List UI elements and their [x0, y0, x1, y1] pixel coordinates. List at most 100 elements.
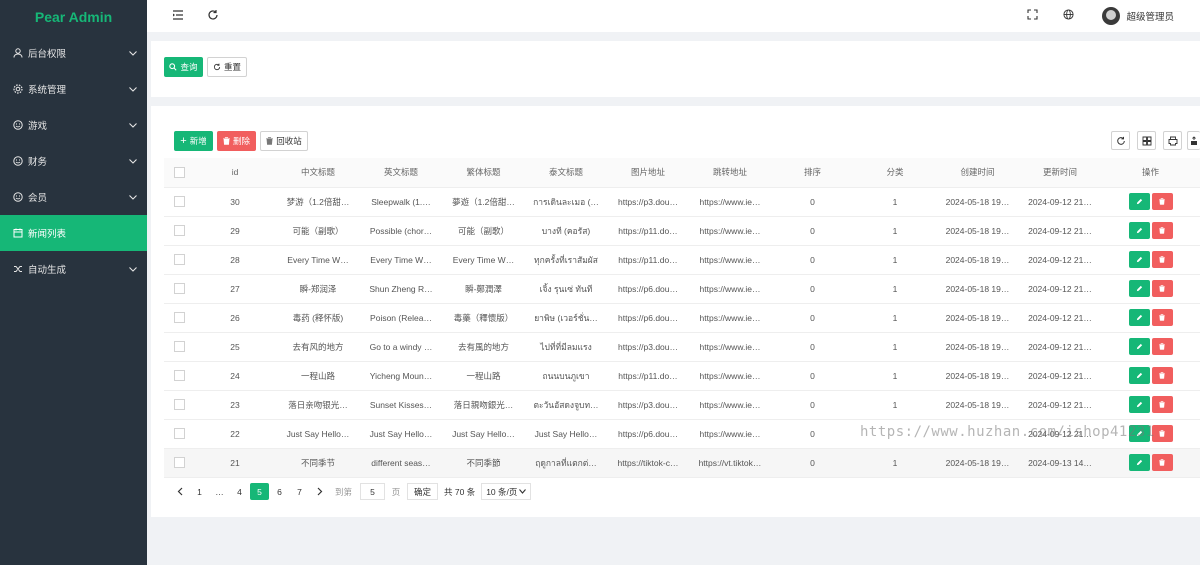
- column-header[interactable]: 图片地址: [607, 158, 689, 188]
- row-select-cell: [164, 187, 194, 217]
- table-row[interactable]: 21 不同季节 different seas… 不同季節 ฤดูกาลที่แตกต่……: [164, 448, 1200, 478]
- page-number-button[interactable]: 4: [230, 483, 249, 500]
- row-delete-button[interactable]: [1151, 251, 1173, 268]
- row-checkbox[interactable]: [173, 428, 185, 440]
- row-delete-button[interactable]: [1151, 338, 1173, 355]
- reset-button[interactable]: 重置: [207, 57, 247, 77]
- table-cell: 0: [771, 332, 854, 362]
- table-row[interactable]: 29 可能（副歌） Possible (chor… 可能（副歌） บางที (คอรั…: [164, 216, 1200, 246]
- edit-button[interactable]: [1128, 309, 1150, 326]
- column-header[interactable]: 泰文标题: [525, 158, 607, 188]
- row-delete-button[interactable]: [1151, 396, 1173, 413]
- edit-button[interactable]: [1128, 222, 1150, 239]
- column-header[interactable]: 繁体标题: [442, 158, 525, 188]
- table-refresh-button[interactable]: [1111, 131, 1130, 150]
- edit-button[interactable]: [1128, 396, 1150, 413]
- row-checkbox[interactable]: [173, 457, 185, 469]
- row-checkbox[interactable]: [173, 283, 185, 295]
- row-delete-button[interactable]: [1151, 367, 1173, 384]
- page-number-button[interactable]: 1: [190, 483, 209, 500]
- table-row[interactable]: 23 落日亲吻银光… Sunset Kisses… 落日親吻銀光… ตะวันอัสดง…: [164, 390, 1200, 420]
- row-checkbox[interactable]: [173, 225, 185, 237]
- trash-icon: [1159, 285, 1165, 292]
- recycle-bin-button[interactable]: 回收站: [260, 131, 308, 151]
- edit-button[interactable]: [1128, 251, 1150, 268]
- globe-icon[interactable]: [1063, 9, 1074, 20]
- column-header[interactable]: 分类: [854, 158, 936, 188]
- page-number-button[interactable]: 5: [250, 483, 269, 500]
- sidebar-item[interactable]: 后台权限: [0, 35, 147, 71]
- sidebar-item[interactable]: 会员: [0, 179, 147, 215]
- row-checkbox[interactable]: [173, 196, 185, 208]
- column-header[interactable]: 中文标题: [276, 158, 360, 188]
- query-button[interactable]: 查询: [164, 57, 203, 77]
- table-row[interactable]: 25 去有风的地方 Go to a windy … 去有風的地方 ไปที่ที่มีล…: [164, 332, 1200, 362]
- edit-button[interactable]: [1128, 367, 1150, 384]
- row-delete-button[interactable]: [1151, 309, 1173, 326]
- actions-cell: [1101, 303, 1200, 333]
- column-header[interactable]: 排序: [771, 158, 854, 188]
- table-cell: 瞬-郑润泽: [276, 274, 360, 304]
- edit-button[interactable]: [1128, 338, 1150, 355]
- table-cell: 2024-09-12 21…: [1019, 274, 1101, 304]
- column-header[interactable]: 创建时间: [936, 158, 1019, 188]
- table-row[interactable]: 26 毒药 (释怀版) Poison (Relea… 毒藥（釋懷版） ยาพิษ (เว…: [164, 303, 1200, 333]
- pencil-icon: [1136, 285, 1143, 292]
- edit-button[interactable]: [1128, 280, 1150, 297]
- delete-button[interactable]: 删除: [217, 131, 256, 151]
- column-header[interactable]: id: [194, 158, 276, 188]
- row-delete-button[interactable]: [1151, 454, 1173, 471]
- table-cell: https://www.ie…: [689, 245, 771, 275]
- row-checkbox[interactable]: [173, 399, 185, 411]
- prev-page-button[interactable]: [170, 483, 189, 500]
- row-delete-button[interactable]: [1151, 193, 1173, 210]
- column-header[interactable]: 更新时间: [1019, 158, 1101, 188]
- goto-prefix: 到第: [334, 486, 352, 497]
- table-row[interactable]: 28 Every Time W… Every Time W… Every Time W…: [164, 245, 1200, 275]
- edit-button[interactable]: [1128, 454, 1150, 471]
- sidebar-item[interactable]: 系统管理: [0, 71, 147, 107]
- table-cell: Yicheng Moun…: [360, 361, 442, 391]
- goto-page-input[interactable]: 5: [360, 483, 385, 500]
- table-row[interactable]: 30 梦游（1.2倍甜… Sleepwalk (1.… 夢遊（1.2倍甜… การเดิ…: [164, 187, 1200, 217]
- app-logo[interactable]: Pear Admin: [0, 0, 147, 35]
- sidebar-item[interactable]: 自动生成: [0, 251, 147, 287]
- page-size-select[interactable]: 10 条/页: [481, 483, 532, 500]
- select-all-checkbox[interactable]: [173, 166, 185, 178]
- column-header[interactable]: 英文标题: [360, 158, 442, 188]
- user-menu[interactable]: 超级管理员: [1102, 7, 1174, 25]
- column-filter-button[interactable]: [1137, 131, 1156, 150]
- row-checkbox[interactable]: [173, 370, 185, 382]
- row-checkbox[interactable]: [173, 254, 185, 266]
- next-page-button[interactable]: [310, 483, 329, 500]
- table-cell: 2024-05-18 19…: [936, 448, 1019, 478]
- sidebar-item[interactable]: 财务: [0, 143, 147, 179]
- row-select-cell: [164, 303, 194, 333]
- add-button[interactable]: + 新增: [174, 131, 213, 151]
- column-header[interactable]: 跳转地址: [689, 158, 771, 188]
- pencil-icon: [1136, 372, 1143, 379]
- fullscreen-icon[interactable]: [1027, 9, 1038, 20]
- page-number-button[interactable]: 7: [290, 483, 309, 500]
- row-delete-button[interactable]: [1151, 280, 1173, 297]
- table-row[interactable]: 24 一程山路 Yicheng Moun… 一程山路 ถนนบนภูเขา https:/…: [164, 361, 1200, 391]
- edit-button[interactable]: [1128, 193, 1150, 210]
- trash-icon: [1159, 459, 1165, 466]
- row-checkbox[interactable]: [173, 312, 185, 324]
- goto-confirm-button[interactable]: 确定: [407, 483, 439, 500]
- print-button[interactable]: [1163, 131, 1182, 150]
- row-checkbox[interactable]: [173, 341, 185, 353]
- sidebar-item[interactable]: 游戏: [0, 107, 147, 143]
- sidebar-item[interactable]: 新闻列表: [0, 215, 147, 251]
- export-button[interactable]: [1187, 131, 1200, 150]
- menu-toggle-icon[interactable]: [172, 9, 184, 21]
- gear-icon: [12, 83, 24, 95]
- table-cell: different seas…: [360, 448, 442, 478]
- table-row[interactable]: 27 瞬-郑润泽 Shun Zheng R… 瞬-鄭潤澤 เจิ้ง รุนเซ่ ทั…: [164, 274, 1200, 304]
- row-delete-button[interactable]: [1151, 222, 1173, 239]
- table-cell: https://p6.dou…: [607, 303, 689, 333]
- pencil-icon: [1136, 198, 1143, 205]
- sidebar-item-label: 后台权限: [28, 49, 67, 60]
- refresh-icon[interactable]: [207, 9, 219, 21]
- page-number-button[interactable]: 6: [270, 483, 289, 500]
